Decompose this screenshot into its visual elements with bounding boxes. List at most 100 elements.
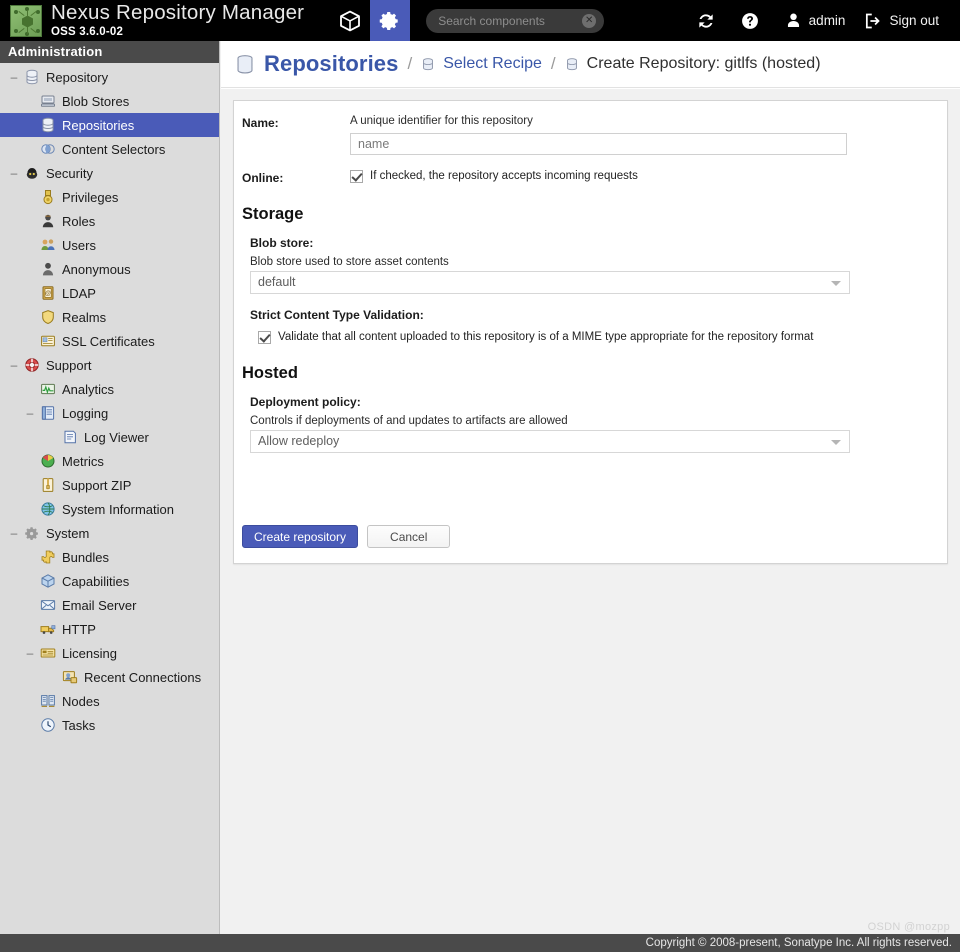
expand-toggle[interactable]: – bbox=[6, 527, 22, 539]
sign-out-button[interactable]: Sign out bbox=[854, 0, 948, 41]
sidebar-item-system[interactable]: – System bbox=[0, 521, 219, 545]
metrics-icon-wrap bbox=[40, 453, 56, 469]
sidebar-item-label: Content Selectors bbox=[62, 141, 166, 157]
sidebar-item-realms[interactable]: Realms bbox=[0, 305, 219, 329]
database-icon bbox=[423, 58, 434, 71]
database-icon bbox=[237, 55, 253, 74]
form-actions: Create repository Cancel bbox=[242, 525, 451, 548]
blobstore-icon-wrap bbox=[40, 93, 56, 109]
blobstore-icon bbox=[41, 95, 55, 107]
nodes-icon-wrap bbox=[40, 693, 56, 709]
clear-circle-icon[interactable]: ✕ bbox=[582, 13, 597, 28]
field-online: Online: If checked, the repository accep… bbox=[234, 169, 947, 185]
strict-validation-help: Validate that all content uploaded to th… bbox=[278, 330, 814, 343]
capabilities-icon-wrap bbox=[40, 573, 56, 589]
sidebar-item-log-viewer[interactable]: Log Viewer bbox=[0, 425, 219, 449]
help-circle-icon bbox=[741, 12, 758, 29]
security-icon-wrap bbox=[24, 165, 40, 181]
database-icon-wrap bbox=[40, 117, 56, 133]
svg-text:@: @ bbox=[45, 291, 51, 297]
lifering-icon-wrap bbox=[24, 357, 40, 373]
sidebar-item-repositories[interactable]: Repositories bbox=[0, 113, 219, 137]
breadcrumb-step2-label[interactable]: Select Recipe bbox=[443, 55, 542, 73]
cancel-button[interactable]: Cancel bbox=[367, 525, 451, 548]
sidebar-item-licensing[interactable]: – Licensing bbox=[0, 641, 219, 665]
sidebar-item-label: Realms bbox=[62, 309, 107, 325]
expand-toggle[interactable]: – bbox=[6, 167, 22, 179]
blob-store-select[interactable]: default bbox=[250, 270, 850, 294]
database-icon bbox=[42, 117, 54, 133]
user-button[interactable]: admin bbox=[775, 0, 855, 41]
strict-validation-checkbox[interactable] bbox=[258, 330, 271, 344]
lifering-icon bbox=[25, 358, 39, 372]
sidebar-item-security[interactable]: – Security bbox=[0, 161, 219, 185]
sidebar-item-repository[interactable]: – Repository bbox=[0, 65, 219, 89]
sidebar-item-support[interactable]: – Support bbox=[0, 353, 219, 377]
brand: Nexus Repository Manager OSS 3.6.0-02 bbox=[51, 1, 305, 38]
sidebar-item-ldap[interactable]: @ LDAP bbox=[0, 281, 219, 305]
sidebar-item-label: Support ZIP bbox=[62, 477, 132, 493]
sidebar-item-roles[interactable]: Roles bbox=[0, 209, 219, 233]
sidebar-item-label: Nodes bbox=[62, 693, 100, 709]
sidebar-item-analytics[interactable]: Analytics bbox=[0, 377, 219, 401]
sidebar-item-logging[interactable]: – Logging bbox=[0, 401, 219, 425]
role-icon bbox=[42, 214, 54, 228]
security-icon bbox=[26, 168, 38, 179]
sidebar-item-support-zip[interactable]: Support ZIP bbox=[0, 473, 219, 497]
sidebar-item-content-selectors[interactable]: Content Selectors bbox=[0, 137, 219, 161]
tab-administration[interactable] bbox=[370, 0, 411, 47]
sidebar-item-users[interactable]: Users bbox=[0, 233, 219, 257]
sidebar-item-label: System Information bbox=[62, 501, 174, 517]
gear-icon bbox=[379, 11, 398, 30]
refresh-button[interactable] bbox=[687, 0, 731, 41]
sidebar-item-label: Users bbox=[62, 237, 96, 253]
strict-validation-row: Validate that all content uploaded to th… bbox=[234, 330, 947, 344]
anonymous-icon-wrap bbox=[40, 261, 56, 277]
sidebar: Administration – Repository Blob Stores Rep… bbox=[0, 41, 220, 952]
certificate-icon-wrap bbox=[40, 333, 56, 349]
breadcrumb-root[interactable]: Repositories bbox=[264, 51, 398, 77]
sidebar-item-recent-connections[interactable]: Recent Connections bbox=[0, 665, 219, 689]
blob-store-help: Blob store used to store asset contents bbox=[250, 255, 449, 268]
blob-store-value: default bbox=[258, 275, 296, 290]
selector-icon-wrap bbox=[40, 141, 56, 157]
sidebar-item-nodes[interactable]: Nodes bbox=[0, 689, 219, 713]
expand-toggle[interactable]: – bbox=[22, 407, 38, 419]
create-repository-button[interactable]: Create repository bbox=[242, 525, 359, 548]
online-checkbox[interactable] bbox=[350, 169, 363, 183]
sidebar-item-tasks[interactable]: Tasks bbox=[0, 713, 219, 737]
sidebar-item-email-server[interactable]: Email Server bbox=[0, 593, 219, 617]
sign-out-label: Sign out bbox=[889, 13, 939, 28]
sidebar-item-bundles[interactable]: Bundles bbox=[0, 545, 219, 569]
metrics-icon bbox=[41, 454, 55, 468]
search-input[interactable] bbox=[426, 8, 605, 33]
sidebar-item-privileges[interactable]: Privileges bbox=[0, 185, 219, 209]
header-actions: admin Sign out bbox=[687, 0, 960, 41]
expand-toggle[interactable]: – bbox=[22, 647, 38, 659]
name-input[interactable] bbox=[350, 132, 847, 155]
breadcrumb-step-select-recipe[interactable]: Select Recipe bbox=[421, 55, 542, 73]
sidebar-item-blob-stores[interactable]: Blob Stores bbox=[0, 89, 219, 113]
sidebar-item-http[interactable]: HTTP bbox=[0, 617, 219, 641]
sidebar-item-label: Licensing bbox=[62, 645, 117, 661]
expand-toggle[interactable]: – bbox=[6, 359, 22, 371]
gear-icon-wrap bbox=[24, 525, 40, 541]
sidebar-item-capabilities[interactable]: Capabilities bbox=[0, 569, 219, 593]
brand-title: Nexus Repository Manager bbox=[51, 1, 305, 24]
field-name: Name: A unique identifier for this repos… bbox=[234, 114, 947, 155]
analytics-icon bbox=[41, 383, 55, 395]
expand-toggle[interactable]: – bbox=[6, 71, 22, 83]
search-box[interactable]: ✕ bbox=[426, 8, 605, 33]
sidebar-item-anonymous[interactable]: Anonymous bbox=[0, 257, 219, 281]
main-content: Repositories / Select Recipe / Create Re… bbox=[221, 41, 960, 952]
connections-icon bbox=[62, 671, 78, 684]
sidebar-item-metrics[interactable]: Metrics bbox=[0, 449, 219, 473]
strict-validation-label: Strict Content Type Validation: bbox=[250, 307, 424, 322]
sidebar-item-system-information[interactable]: System Information bbox=[0, 497, 219, 521]
deployment-policy-select[interactable]: Allow redeploy bbox=[250, 429, 850, 453]
sidebar-item-ssl-certificates[interactable]: SSL Certificates bbox=[0, 329, 219, 353]
tab-browse[interactable] bbox=[330, 0, 370, 41]
brand-version: OSS 3.6.0-02 bbox=[51, 25, 124, 38]
help-button[interactable] bbox=[731, 0, 775, 41]
sidebar-item-label: Tasks bbox=[62, 717, 96, 733]
